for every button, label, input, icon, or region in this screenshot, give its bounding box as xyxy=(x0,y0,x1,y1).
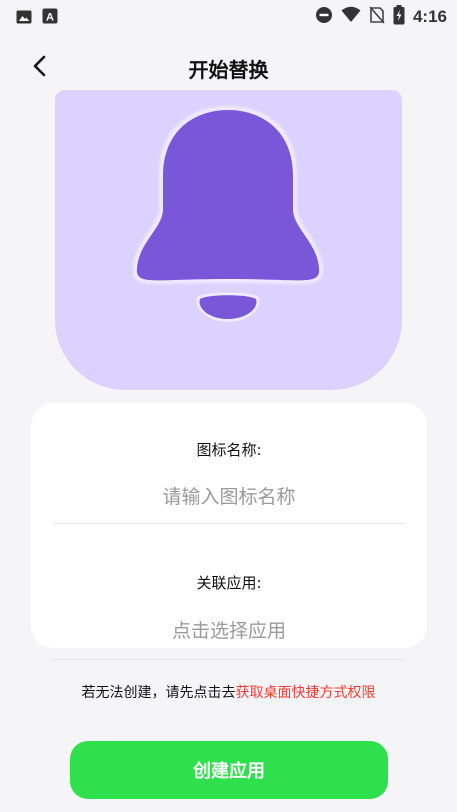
section-divider xyxy=(52,659,404,660)
app-bar: 开始替换 xyxy=(0,44,457,92)
page-title: 开始替换 xyxy=(188,58,269,82)
no-sim-icon xyxy=(369,6,385,28)
field-divider xyxy=(53,523,405,524)
icon-name-label: 图标名称: xyxy=(196,441,262,459)
icon-name-input[interactable] xyxy=(53,483,405,511)
do-not-disturb-icon xyxy=(315,6,333,28)
image-icon xyxy=(16,9,32,28)
app-label: 关联应用: xyxy=(196,574,262,592)
wifi-icon xyxy=(341,6,361,28)
app-select-input[interactable] xyxy=(53,617,405,645)
status-left: A xyxy=(16,8,58,28)
bell-icon xyxy=(132,106,324,322)
status-right: 4:16 xyxy=(315,5,447,29)
status-bar: A 4:16 xyxy=(0,0,457,34)
create-app-button[interactable]: 创建应用 xyxy=(70,741,388,799)
svg-text:A: A xyxy=(46,12,54,24)
battery-icon xyxy=(393,5,405,29)
form-card: 图标名称: 关联应用: xyxy=(31,403,427,648)
status-time: 4:16 xyxy=(412,7,447,26)
icon-preview xyxy=(55,90,402,390)
permission-link[interactable]: 获取桌面快捷方式权限 xyxy=(236,685,376,701)
notice-text: 若无法创建，请先点击去 xyxy=(81,685,236,701)
a-icon: A xyxy=(42,8,58,28)
permission-notice: 若无法创建，请先点击去获取桌面快捷方式权限 xyxy=(0,682,457,702)
